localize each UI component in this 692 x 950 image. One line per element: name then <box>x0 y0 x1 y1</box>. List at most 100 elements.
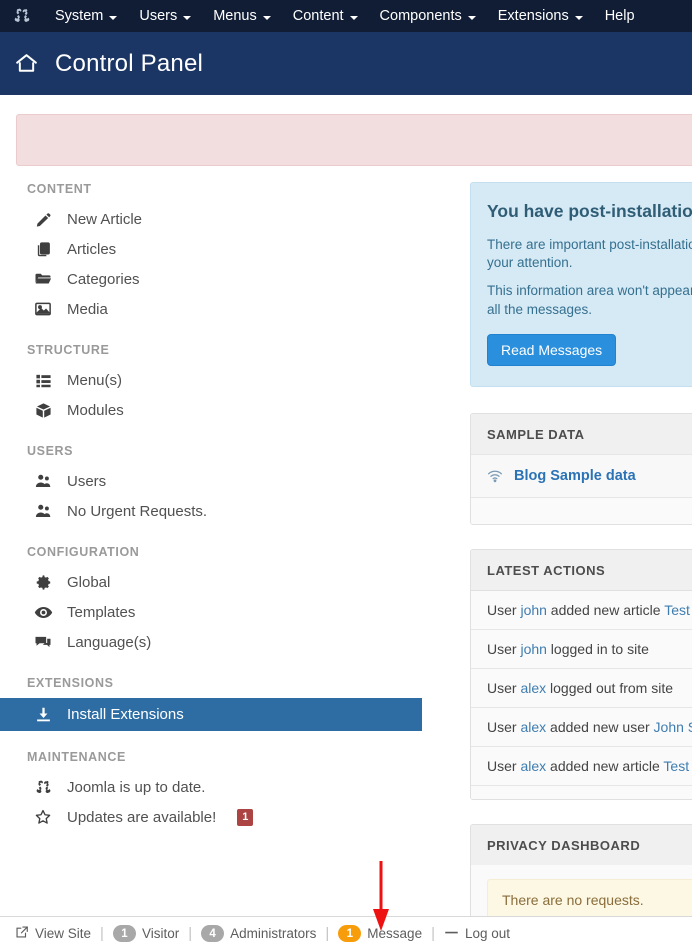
alert-message-banner <box>16 114 692 166</box>
image-icon <box>33 299 53 319</box>
menu-item-extensions[interactable]: Extensions <box>487 0 594 32</box>
sidebar-item-languages[interactable]: Language(s) <box>0 627 460 657</box>
menu-item-users[interactable]: Users <box>128 0 202 32</box>
section-title: CONTENT <box>27 182 92 196</box>
sample-data-panel: SAMPLE DATA Blog Sample data <box>470 412 692 525</box>
post-installation-messages-panel: You have post-installation messages Ther… <box>470 182 692 387</box>
view-site-button[interactable]: View Site <box>6 925 100 942</box>
menu-item-menus[interactable]: Menus <box>202 0 282 32</box>
user-link[interactable]: john <box>520 641 546 657</box>
postinstall-heading: You have post-installation messages <box>487 201 692 221</box>
main-menu-bar: System Users Menus Content Components Ex… <box>0 0 692 32</box>
sidebar-item-templates[interactable]: Templates <box>0 597 460 627</box>
sidebar-item-label: Users <box>67 472 107 490</box>
message-counter[interactable]: 1 Message <box>329 925 431 942</box>
joomla-logo-icon[interactable] <box>0 0 44 32</box>
folder-icon <box>33 269 53 289</box>
cube-icon <box>33 400 53 420</box>
table-row[interactable]: User john added new article Test Article <box>471 589 692 629</box>
target-link[interactable]: John Smith <box>654 719 692 735</box>
menu-item-label: Help <box>604 8 635 24</box>
row-prefix: User <box>487 601 521 618</box>
menu-item-help[interactable]: Help <box>594 0 646 32</box>
user-link[interactable]: john <box>520 602 546 618</box>
sidebar-item-users[interactable]: Users <box>0 466 460 496</box>
target-link[interactable]: Test Article <box>663 758 692 774</box>
chevron-down-icon <box>109 15 118 20</box>
row-middle: added new article <box>546 601 665 618</box>
read-messages-button[interactable]: Read Messages <box>487 333 617 366</box>
joomla-admin-control-panel: System Users Menus Content Components Ex… <box>0 0 692 950</box>
sidebar-item-categories[interactable]: Categories <box>0 264 460 294</box>
table-row[interactable]: User john logged in to site <box>471 628 692 668</box>
user-link[interactable]: alex <box>520 719 546 735</box>
row-prefix: User <box>487 757 521 774</box>
sidebar-item-new-article[interactable]: New Article <box>0 204 460 234</box>
message-count-badge: 1 <box>338 925 362 942</box>
sidebar-item-updates-available[interactable]: Updates are available! 1 <box>0 802 460 832</box>
sidebar-item-no-urgent-requests[interactable]: No Urgent Requests. <box>0 496 460 526</box>
sidebar-item-joomla-up-to-date[interactable]: Joomla is up to date. <box>0 772 460 802</box>
quick-icons-sidebar: CONTENT New Article Articles Categories <box>0 182 460 851</box>
message-label: Message <box>367 926 423 941</box>
sidebar-section-content: CONTENT New Article Articles Categories <box>0 182 460 324</box>
row-prefix: User <box>487 718 521 735</box>
panel-title: SAMPLE DATA <box>471 413 692 454</box>
administrators-counter[interactable]: 4 Administrators <box>192 925 325 942</box>
section-title: STRUCTURE <box>27 343 110 357</box>
logout-button[interactable]: Log out <box>435 925 519 943</box>
sidebar-item-global[interactable]: Global <box>0 567 460 597</box>
row-prefix: User <box>487 679 521 696</box>
sidebar-item-label: No Urgent Requests. <box>67 502 208 520</box>
pencil-icon <box>33 209 53 229</box>
sidebar-item-install-extensions[interactable]: Install Extensions <box>0 698 422 731</box>
star-icon <box>33 807 53 827</box>
user-link[interactable]: alex <box>520 680 546 696</box>
sidebar-item-label: Language(s) <box>67 633 152 651</box>
sidebar-section-extensions: EXTENSIONS Install Extensions <box>0 676 460 731</box>
panel-body: There are no requests. <box>471 878 692 921</box>
sidebar-item-articles[interactable]: Articles <box>0 234 460 264</box>
sidebar-item-modules[interactable]: Modules <box>0 395 460 425</box>
user-link[interactable]: alex <box>520 758 546 774</box>
table-row[interactable]: User alex added new user John Smith <box>471 706 692 746</box>
panel-title: LATEST ACTIONS <box>471 549 692 590</box>
menu-item-components[interactable]: Components <box>369 0 487 32</box>
sidebar-item-label: Updates are available! <box>67 808 217 826</box>
users-icon <box>33 501 53 521</box>
row-middle: logged out from site <box>546 679 673 696</box>
comment-icon <box>33 632 53 652</box>
sidebar-item-label: Categories <box>67 270 140 288</box>
minus-icon <box>444 925 459 943</box>
menu-item-system[interactable]: System <box>44 0 128 32</box>
panel-body: Blog Sample data <box>471 453 692 524</box>
sidebar-section-maintenance: MAINTENANCE Joomla is up to date. Update… <box>0 750 460 832</box>
menu-item-label: Users <box>139 8 178 24</box>
sidebar-item-label: Templates <box>67 603 136 621</box>
status-bar: View Site | 1 Visitor | 4 Administrators… <box>0 916 692 950</box>
no-requests-message: There are no requests. <box>487 878 692 921</box>
sidebar-item-label: Modules <box>67 401 124 419</box>
sample-data-link[interactable]: Blog Sample data <box>514 468 636 484</box>
home-icon <box>14 51 39 76</box>
target-link[interactable]: Test Article <box>664 602 692 618</box>
visitor-counter[interactable]: 1 Visitor <box>104 925 188 942</box>
sidebar-section-users: USERS Users No Urgent Requests. <box>0 444 460 526</box>
sidebar-section-configuration: CONFIGURATION Global Templates Language(… <box>0 545 460 657</box>
table-row[interactable]: User alex logged out from site <box>471 667 692 707</box>
sidebar-item-media[interactable]: Media <box>0 294 460 324</box>
menu-item-label: Menus <box>213 8 257 24</box>
users-icon <box>33 471 53 491</box>
sidebar-item-menus[interactable]: Menu(s) <box>0 365 460 395</box>
latest-actions-panel: LATEST ACTIONS User john added new artic… <box>470 548 692 800</box>
visitor-count-badge: 1 <box>112 925 136 942</box>
menu-item-content[interactable]: Content <box>282 0 369 32</box>
list-item[interactable]: Blog Sample data <box>471 453 692 498</box>
panel-body: User john added new article Test Article… <box>471 589 692 799</box>
table-row[interactable]: User alex added new article Test Article <box>471 745 692 785</box>
chevron-down-icon <box>574 15 583 20</box>
section-title: USERS <box>27 444 74 458</box>
dashboard-modules-column: You have post-installation messages Ther… <box>470 182 692 950</box>
sidebar-section-structure: STRUCTURE Menu(s) Modules <box>0 343 460 425</box>
menu-item-label: System <box>55 8 104 24</box>
